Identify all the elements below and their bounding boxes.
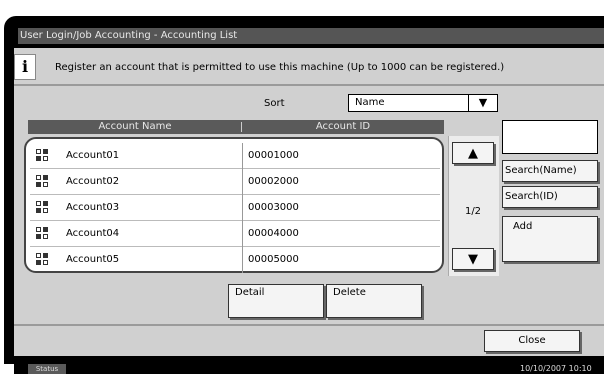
table-row[interactable]: Account04 00004000 [30, 221, 440, 247]
delete-button[interactable]: Delete [326, 284, 422, 318]
account-icon [36, 201, 48, 213]
page-indicator: 1/2 [464, 206, 482, 217]
cell-divider [242, 195, 243, 221]
table-row[interactable]: Account01 00001000 [30, 143, 440, 169]
table-row[interactable]: Account03 00003000 [30, 195, 440, 221]
status-bar [14, 364, 604, 374]
divider [14, 324, 604, 326]
search-name-button[interactable]: Search(Name) [502, 160, 598, 182]
column-header-account-id: Account ID [315, 121, 371, 132]
account-name: Account02 [66, 176, 120, 187]
account-icon [36, 227, 48, 239]
account-id: 00005000 [248, 254, 299, 265]
account-list: Account01 00001000 Account02 00002000 Ac… [24, 137, 444, 273]
sort-value: Name [355, 97, 385, 108]
search-field[interactable] [502, 120, 598, 154]
account-icon [36, 175, 48, 187]
detail-button[interactable]: Detail [228, 284, 324, 318]
account-name: Account03 [66, 202, 120, 213]
chevron-down-icon[interactable]: ▼ [468, 95, 497, 111]
account-name: Account04 [66, 228, 120, 239]
account-icon [36, 253, 48, 265]
column-header-account-name: Account Name [98, 121, 172, 132]
account-name: Account01 [66, 150, 120, 161]
table-row[interactable]: Account05 00005000 [30, 247, 440, 273]
cell-divider [242, 143, 243, 169]
info-icon: i [14, 54, 36, 80]
close-button[interactable]: Close [484, 330, 580, 352]
cell-divider [242, 247, 243, 273]
cell-divider [242, 169, 243, 195]
divider [14, 84, 604, 86]
scroll-down-button[interactable]: ▼ [452, 248, 494, 270]
account-id: 00002000 [248, 176, 299, 187]
window-title: User Login/Job Accounting - Accounting L… [18, 28, 604, 44]
table-row[interactable]: Account02 00002000 [30, 169, 440, 195]
cell-divider [242, 221, 243, 247]
account-name: Account05 [66, 254, 120, 265]
account-id: 00003000 [248, 202, 299, 213]
info-message: Register an account that is permitted to… [55, 62, 505, 73]
account-id: 00001000 [248, 150, 299, 161]
sort-dropdown[interactable]: Name ▼ [348, 94, 498, 112]
account-icon [36, 149, 48, 161]
table-header: Account Name Account ID [28, 120, 444, 134]
search-id-button[interactable]: Search(ID) [502, 186, 598, 208]
add-button[interactable]: Add [502, 216, 598, 262]
status-datetime: 10/10/2007 10:10 [520, 364, 592, 373]
scroll-up-button[interactable]: ▲ [452, 142, 494, 164]
account-id: 00004000 [248, 228, 299, 239]
status-tab[interactable]: Status [28, 364, 66, 374]
sort-label: Sort [264, 98, 285, 109]
